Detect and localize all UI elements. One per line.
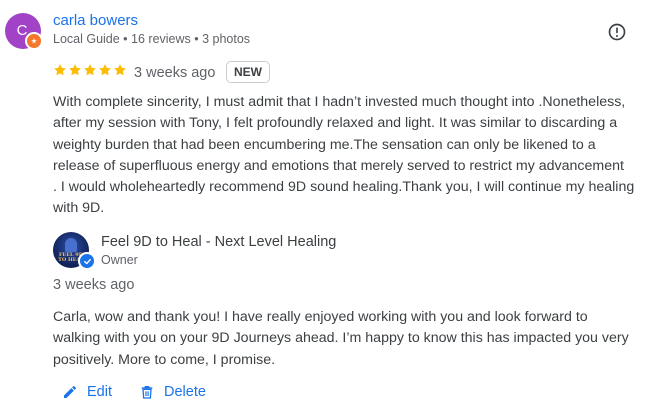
new-badge: NEW [226, 61, 270, 83]
star-icon [99, 64, 111, 76]
reviewer-meta: Local Guide • 16 reviews • 3 photos [53, 32, 251, 46]
reply-text: Carla, wow and thank you! I have really … [53, 309, 629, 368]
local-guide-star-icon [25, 32, 43, 50]
owner-name[interactable]: Feel 9D to Heal - Next Level Healing [101, 234, 336, 250]
reviewer-name[interactable]: carla bowers [53, 12, 138, 29]
edit-label: Edit [87, 384, 112, 400]
report-flag-icon[interactable] [607, 22, 627, 42]
delete-label: Delete [164, 384, 206, 400]
review-time: 3 weeks ago [134, 65, 216, 81]
review-text: With complete sincerity, I must admit th… [53, 94, 635, 217]
star-icon [114, 64, 126, 76]
star-icon [84, 64, 96, 76]
edit-button[interactable]: Edit [62, 384, 112, 400]
star-icon [69, 64, 81, 76]
star-icon [54, 64, 66, 76]
verified-check-icon [78, 252, 96, 270]
reply-time: 3 weeks ago [53, 277, 135, 293]
owner-role: Owner [101, 253, 138, 267]
pencil-icon [64, 385, 77, 398]
star-rating [53, 63, 127, 77]
owner-logo-figure [65, 238, 77, 252]
trash-icon [141, 386, 153, 399]
delete-button[interactable]: Delete [139, 384, 206, 400]
